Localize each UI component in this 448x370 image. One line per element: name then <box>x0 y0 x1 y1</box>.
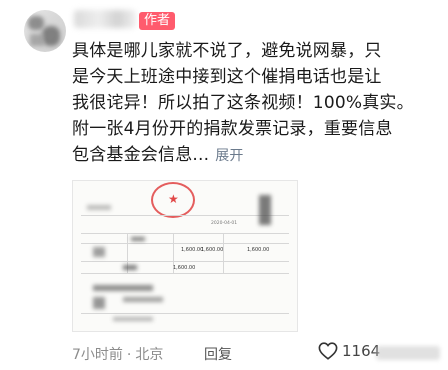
avatar[interactable] <box>24 10 66 52</box>
receipt-amount: 1,600.00 <box>181 247 204 253</box>
avatar-pixelation <box>28 16 44 30</box>
avatar-pixelation <box>30 34 44 46</box>
comment-location: 北京 <box>135 347 164 363</box>
reply-button[interactable]: 回复 <box>204 344 232 364</box>
comment-line: 是今天上班途中接到这个催捐电话也是让 <box>72 67 382 87</box>
expand-link[interactable]: 展开 <box>215 148 243 164</box>
receipt-amount: 1,600.00 <box>247 247 270 253</box>
avatar-pixelation <box>42 26 60 46</box>
comment-line: 具体是哪儿家就不说了，避免说网暴，只 <box>72 41 382 61</box>
star-icon: ★ <box>168 192 179 206</box>
heart-outline-icon <box>318 342 338 360</box>
meta-separator: · <box>126 347 132 363</box>
comment-time: 7小时前 <box>72 347 123 363</box>
comment-meta: 7小时前 · 北京 <box>72 344 163 364</box>
receipt-image[interactable]: ★ 2020-04-01 1,600.00 1,600.00 1,600.00 … <box>72 180 298 332</box>
like-button[interactable]: 1164 <box>318 342 380 360</box>
red-seal-stamp: ★ <box>151 182 195 218</box>
watermark-redacted <box>376 346 440 360</box>
author-badge: 作者 <box>139 12 176 30</box>
comment-line: 我很诧异！所以拍了这条视频！100%真实。 <box>72 93 414 113</box>
comment-body: 具体是哪儿家就不说了，避免说网暴，只 是今天上班途中接到这个催捐电话也是让 我很… <box>72 38 442 169</box>
receipt-amount: 1,600.00 <box>201 247 224 253</box>
comment-line: 附一张4月份开的捐款发票记录，重要信息 <box>72 119 393 139</box>
username-redacted[interactable] <box>74 10 136 28</box>
comment-line-last: 包含基金会信息... 展开 <box>72 142 442 169</box>
like-count: 1164 <box>342 342 381 360</box>
receipt-total: 1,600.00 <box>173 265 196 271</box>
receipt-date: 2020-04-01 <box>211 221 238 226</box>
comment-line: 包含基金会信息... <box>72 145 210 165</box>
